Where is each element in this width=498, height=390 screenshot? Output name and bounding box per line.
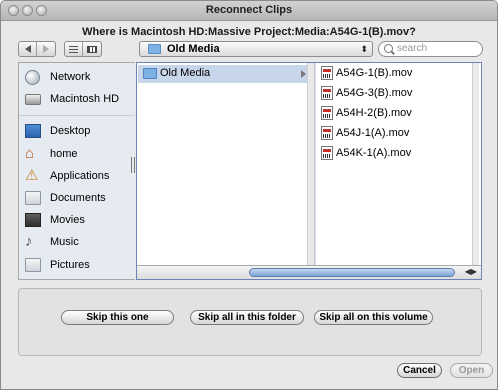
window-title: Reconnect Clips bbox=[205, 4, 293, 16]
file-label: A54K-1(A).mov bbox=[336, 147, 412, 159]
skip-all-on-volume-button[interactable]: Skip all on this volume bbox=[314, 310, 433, 325]
skip-this-one-button[interactable]: Skip this one bbox=[61, 310, 174, 325]
column-2-scrollbar[interactable] bbox=[472, 63, 479, 266]
open-button[interactable]: Open bbox=[450, 363, 493, 378]
missing-file-prompt: Where is Macintosh HD:Massive Project:Me… bbox=[82, 26, 416, 38]
cancel-button[interactable]: Cancel bbox=[397, 363, 442, 378]
browser-column-1: Old Media bbox=[137, 63, 315, 266]
sidebar-item-label: Macintosh HD bbox=[50, 93, 120, 105]
home-icon: ⌂ bbox=[25, 145, 35, 162]
music-icon: ♪ bbox=[25, 233, 33, 250]
sidebar-item-desktop[interactable]: Desktop bbox=[19, 121, 135, 141]
file-label: A54H-2(B).mov bbox=[336, 107, 412, 119]
search-icon bbox=[384, 44, 393, 53]
movies-icon bbox=[25, 213, 41, 227]
column-1-scrollbar[interactable] bbox=[307, 63, 314, 266]
search-placeholder: search bbox=[397, 43, 428, 54]
forward-arrow-icon bbox=[43, 45, 49, 53]
list-view-button[interactable] bbox=[65, 42, 83, 56]
sidebar-item-documents[interactable]: Documents bbox=[19, 188, 135, 208]
sidebar-item-pictures[interactable]: Pictures bbox=[19, 255, 135, 275]
sidebar-item-macintosh-hd[interactable]: Macintosh HD bbox=[19, 89, 135, 109]
hard-drive-icon bbox=[25, 93, 41, 105]
sidebar-item-label: Music bbox=[50, 236, 79, 248]
file-label: A54G-3(B).mov bbox=[336, 87, 413, 99]
sidebar-item-home[interactable]: ⌂ home bbox=[19, 144, 135, 164]
list-view-icon bbox=[69, 45, 78, 53]
movie-file-icon bbox=[321, 146, 333, 160]
movie-file-icon bbox=[321, 106, 333, 120]
column-view-icon bbox=[87, 45, 97, 53]
sidebar-item-label: home bbox=[50, 148, 78, 160]
file-label: A54J-1(A).mov bbox=[336, 127, 410, 139]
sidebar-item-applications[interactable]: ⚠ Applications bbox=[19, 166, 135, 186]
sidebar-item-network[interactable]: Network bbox=[19, 67, 135, 87]
sidebar-item-music[interactable]: ♪ Music bbox=[19, 232, 135, 252]
location-label: Old Media bbox=[167, 43, 220, 55]
sidebar: Network Macintosh HD Desktop ⌂ home ⚠ Ap… bbox=[18, 62, 135, 280]
forward-button[interactable] bbox=[37, 42, 55, 56]
pictures-icon bbox=[25, 258, 41, 272]
file-row[interactable]: A54G-3(B).mov bbox=[316, 85, 481, 103]
scroll-arrows-icon[interactable]: ◀▶ bbox=[465, 267, 477, 276]
title-bar: Reconnect Clips bbox=[1, 1, 497, 21]
sidebar-item-label: Pictures bbox=[50, 259, 90, 271]
view-mode-buttons bbox=[64, 41, 102, 57]
sidebar-item-label: Network bbox=[50, 71, 91, 83]
reconnect-clips-dialog: Reconnect Clips Where is Macintosh HD:Ma… bbox=[0, 0, 498, 390]
file-label: A54G-1(B).mov bbox=[336, 67, 413, 79]
back-arrow-icon bbox=[24, 45, 31, 53]
search-field[interactable]: search bbox=[378, 41, 483, 57]
sidebar-item-label: Documents bbox=[50, 192, 106, 204]
browser-column-2: A54G-1(B).mov A54G-3(B).mov A54H-2(B).mo… bbox=[316, 63, 481, 266]
sidebar-item-movies[interactable]: Movies bbox=[19, 210, 135, 230]
skip-all-in-folder-button[interactable]: Skip all in this folder bbox=[190, 310, 304, 325]
sidebar-item-label: Movies bbox=[50, 214, 85, 226]
folder-row-old-media[interactable]: Old Media bbox=[138, 65, 314, 83]
file-row[interactable]: A54J-1(A).mov bbox=[316, 125, 481, 143]
movie-file-icon bbox=[321, 126, 333, 140]
applications-icon: ⚠ bbox=[25, 167, 39, 184]
sidebar-item-label: Applications bbox=[50, 170, 110, 182]
sidebar-divider bbox=[19, 115, 135, 116]
back-forward-buttons bbox=[18, 41, 56, 57]
horizontal-scroll-thumb[interactable] bbox=[249, 268, 455, 277]
back-button[interactable] bbox=[19, 42, 37, 56]
movie-file-icon bbox=[321, 86, 333, 100]
network-icon bbox=[25, 69, 40, 85]
horizontal-scrollbar[interactable]: ◀▶ bbox=[137, 265, 481, 279]
folder-label: Old Media bbox=[160, 67, 211, 79]
sidebar-splitter-handle[interactable] bbox=[131, 157, 135, 173]
desktop-icon bbox=[25, 124, 41, 138]
folder-icon bbox=[143, 68, 157, 79]
documents-icon bbox=[25, 191, 41, 205]
file-row[interactable]: A54G-1(B).mov bbox=[316, 65, 481, 83]
folder-icon bbox=[148, 44, 161, 54]
sidebar-item-label: Desktop bbox=[50, 125, 91, 137]
disclosure-arrow-icon bbox=[301, 70, 306, 78]
column-browser: Old Media A54G-1(B).mov A54G-3(B).mov A5… bbox=[136, 62, 482, 280]
file-row[interactable]: A54K-1(A).mov bbox=[316, 145, 481, 163]
column-view-button[interactable] bbox=[83, 42, 101, 56]
popup-arrows-icon: ⬍ bbox=[360, 44, 368, 54]
movie-file-icon bbox=[321, 66, 333, 80]
file-row[interactable]: A54H-2(B).mov bbox=[316, 105, 481, 123]
location-popup[interactable]: Old Media ⬍ bbox=[139, 41, 373, 57]
